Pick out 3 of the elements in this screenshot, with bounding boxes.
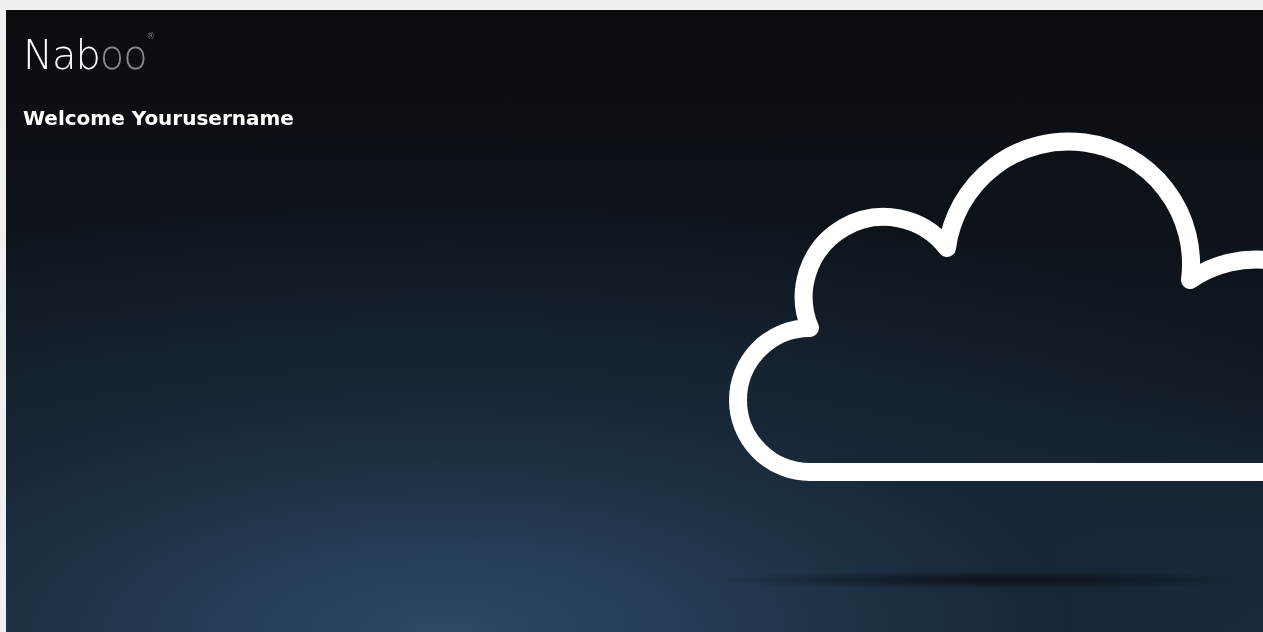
cloud-icon <box>729 132 1263 481</box>
logo: Naboo$^{®}$ <box>23 32 154 78</box>
welcome-message: Welcome Yourusername <box>23 106 294 130</box>
